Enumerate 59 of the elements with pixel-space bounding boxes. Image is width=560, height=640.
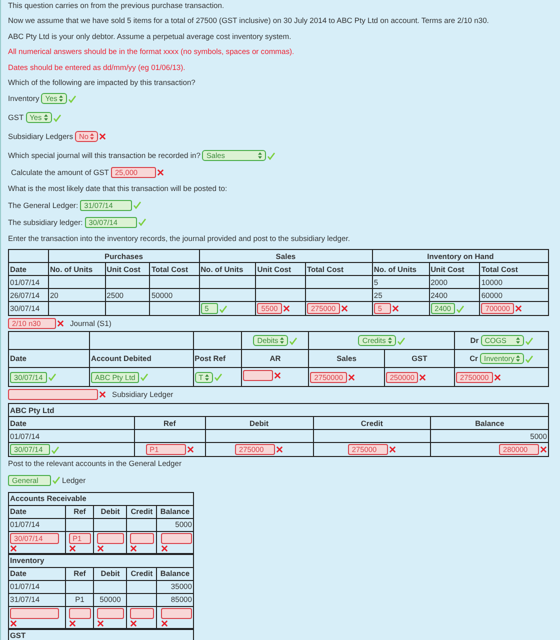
cross-icon: [419, 374, 426, 381]
cross-icon: [57, 320, 64, 328]
check-icon: [525, 354, 534, 363]
check-icon: [456, 304, 464, 313]
check-icon: [68, 94, 76, 103]
check-icon: [289, 336, 298, 345]
cross-icon: [68, 544, 76, 552]
check-icon: [218, 304, 227, 313]
check-icon: [524, 336, 533, 345]
cross-icon: [340, 305, 348, 312]
cross-icon: [540, 446, 547, 454]
check-icon: [267, 152, 276, 160]
up-down-arrows-icon: [516, 355, 520, 362]
check-icon: [140, 373, 148, 382]
cross-icon: [161, 544, 168, 552]
cross-icon: [161, 620, 168, 627]
cross-icon: [99, 391, 106, 398]
up-down-arrows-icon: [280, 337, 284, 344]
up-down-arrows-icon: [59, 95, 64, 102]
up-down-arrows-icon: [90, 133, 94, 140]
up-down-arrows-icon: [205, 374, 210, 381]
input-field[interactable]: [68, 608, 91, 619]
cross-icon: [130, 544, 137, 552]
cross-icon: [348, 374, 355, 381]
input-field[interactable]: [96, 608, 124, 619]
check-icon: [48, 373, 56, 382]
cross-icon: [274, 372, 282, 380]
input-field[interactable]: [10, 608, 59, 619]
up-down-arrows-icon: [258, 152, 262, 160]
cross-icon: [494, 374, 501, 381]
check-icon: [214, 373, 222, 382]
input-field[interactable]: [161, 608, 192, 619]
cross-icon: [96, 544, 104, 552]
cross-icon: [392, 305, 399, 312]
cross-icon: [282, 305, 290, 312]
cross-icon: [99, 133, 106, 140]
cross-icon: [130, 620, 137, 627]
cross-icon: [156, 169, 164, 176]
cross-icon: [515, 305, 522, 312]
input-field[interactable]: [243, 370, 274, 382]
cross-icon: [10, 620, 17, 627]
input-field[interactable]: [8, 389, 98, 400]
cross-icon: [68, 620, 76, 627]
input-field[interactable]: [130, 532, 154, 544]
cross-icon: [10, 544, 17, 552]
cross-icon: [186, 446, 194, 454]
cross-icon: [276, 446, 284, 454]
input-field[interactable]: [161, 532, 192, 544]
check-icon: [52, 476, 60, 484]
input-field[interactable]: [130, 608, 154, 619]
input-field[interactable]: [96, 532, 124, 544]
up-down-arrows-icon: [388, 337, 392, 344]
cross-icon: [96, 620, 104, 627]
check-icon: [396, 336, 405, 345]
check-icon: [52, 114, 61, 122]
check-icon: [51, 446, 59, 454]
cross-icon: [388, 446, 396, 454]
up-down-arrows-icon: [516, 337, 520, 344]
up-down-arrows-icon: [44, 114, 48, 122]
